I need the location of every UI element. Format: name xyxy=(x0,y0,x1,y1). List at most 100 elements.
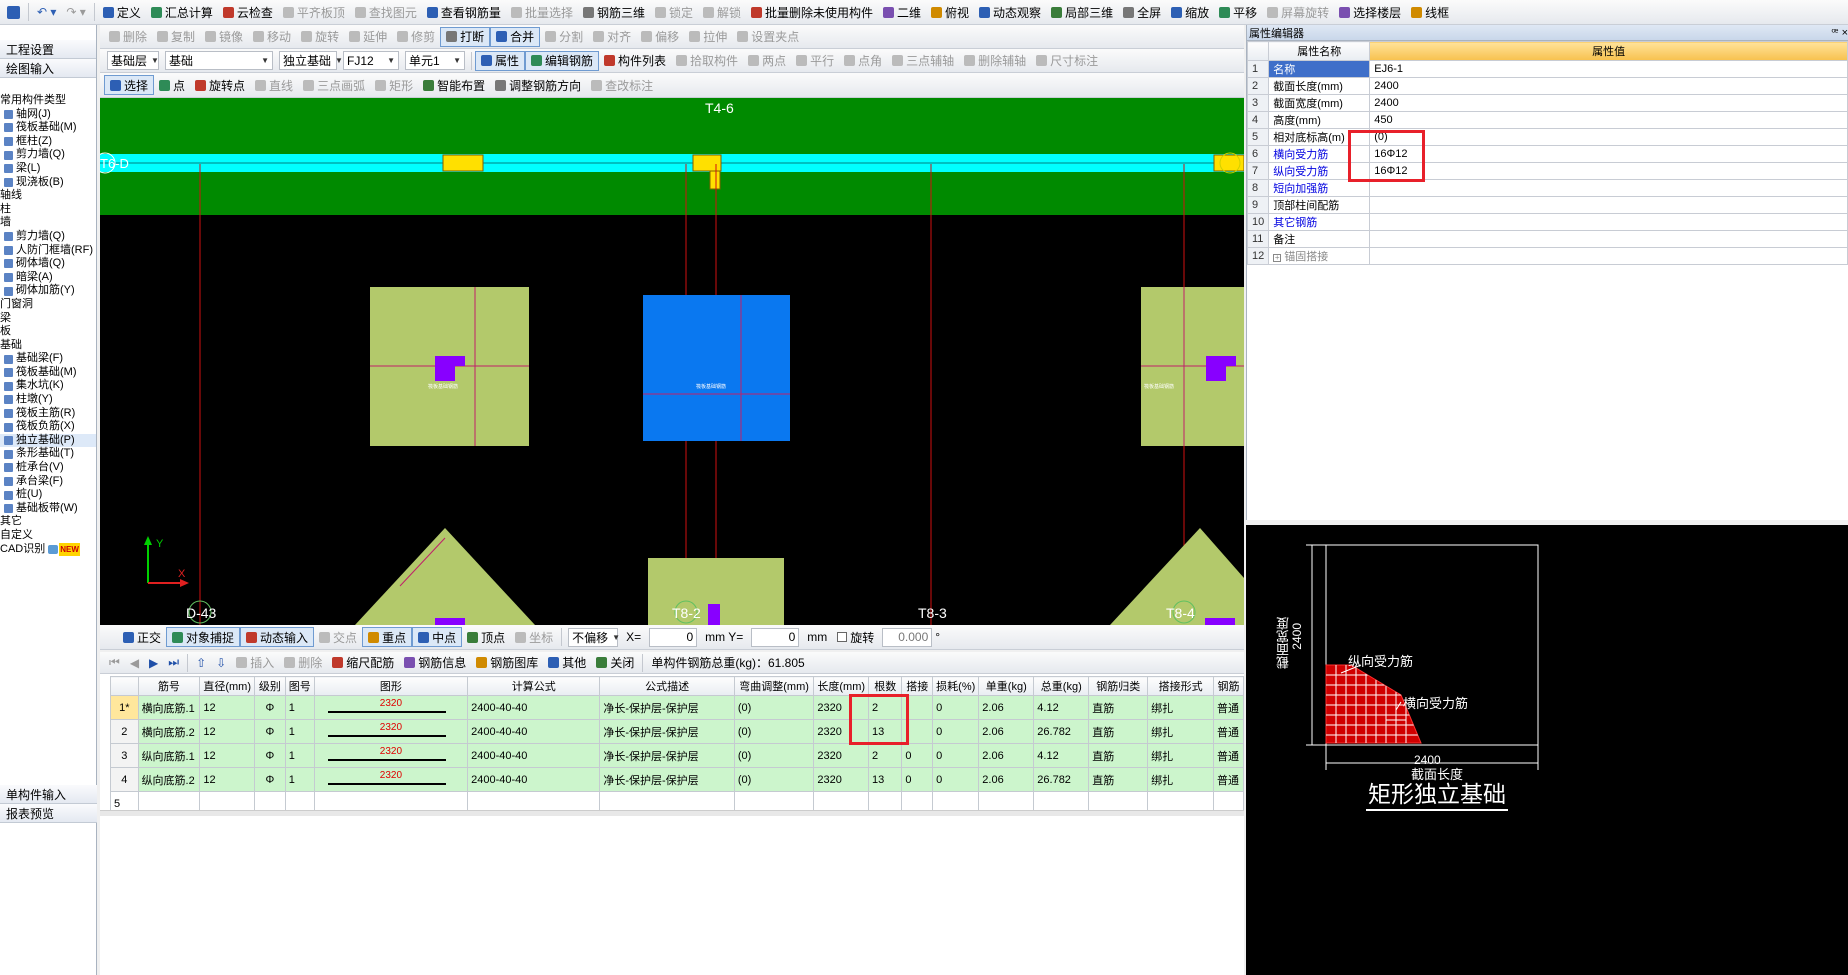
grid-button-3[interactable]: 钢筋信息 xyxy=(399,653,471,673)
cell-desc[interactable]: 净长-保护层-保护层 xyxy=(599,743,735,768)
horizontal-scrollbar[interactable] xyxy=(100,810,1244,816)
tree-item-12[interactable]: 砌体墙(Q) xyxy=(0,257,96,271)
edit-button-3[interactable]: 移动 xyxy=(248,27,296,47)
grid-button-0[interactable]: 插入 xyxy=(231,653,279,673)
first-record-icon[interactable]: ⏮ xyxy=(104,653,125,673)
draw-button-2[interactable]: 旋转点 xyxy=(190,75,250,95)
save-icon[interactable] xyxy=(2,2,25,22)
prop-row[interactable]: 4 高度(mm) 450 xyxy=(1246,111,1848,129)
table-row[interactable]: 4 纵向底筋.2 12 Φ 1 2320 2400-40-40 净长-保护层-保护层 (0) 23… xyxy=(110,767,1244,792)
edit-button-2[interactable]: 镜像 xyxy=(200,27,248,47)
tree-item-14[interactable]: 砌体加筋(Y) xyxy=(0,284,96,298)
y-input[interactable]: 0 xyxy=(751,627,800,647)
tree-item-13[interactable]: 暗梁(A) xyxy=(0,271,96,285)
grid-header[interactable]: 钢筋 xyxy=(1213,676,1244,696)
prop-value-cell[interactable]: 2400 xyxy=(1369,94,1848,112)
main-button-14[interactable]: 局部三维 xyxy=(1046,2,1118,22)
cell-unit_w[interactable]: 2.06 xyxy=(978,719,1035,744)
main-button-0[interactable]: 定义 xyxy=(98,2,146,22)
main-button-5[interactable]: 查看钢筋量 xyxy=(422,2,506,22)
left-button-0[interactable]: 工程设置 xyxy=(0,40,96,59)
cell-shape[interactable]: 2320 xyxy=(313,743,469,768)
prop-value-cell[interactable] xyxy=(1369,213,1848,231)
unit-select[interactable]: 单元1 ▼ xyxy=(405,51,465,70)
tree-item-22[interactable]: 柱墩(Y) xyxy=(0,393,96,407)
grid-header[interactable]: 单重(kg) xyxy=(978,676,1035,696)
cell-loss[interactable]: 0 xyxy=(932,767,980,792)
cell-cat[interactable]: 直筋 xyxy=(1088,743,1149,768)
cell-count[interactable]: 13 xyxy=(868,767,903,792)
draw-button-4[interactable]: 三点画弧 xyxy=(298,75,370,95)
prop-row[interactable]: 6 横向受力筋 16Φ12 xyxy=(1246,145,1848,163)
edit-button-13[interactable]: 设置夹点 xyxy=(732,27,804,47)
member-button-1[interactable]: 编辑钢筋 xyxy=(525,50,600,71)
cell-fig[interactable]: 1 xyxy=(284,695,315,720)
cell-fig[interactable]: 1 xyxy=(284,719,315,744)
cell-shape[interactable]: 2320 xyxy=(313,767,469,792)
snap-button-0[interactable]: 正交 xyxy=(118,627,166,647)
tree-category-9[interactable]: 墙 xyxy=(0,216,96,230)
prop-value-cell[interactable] xyxy=(1369,196,1848,214)
tree-item-26[interactable]: 条形基础(T) xyxy=(0,447,96,461)
edit-button-6[interactable]: 修剪 xyxy=(392,27,440,47)
tree-category-7[interactable]: 轴线 xyxy=(0,189,96,203)
tree-item-30[interactable]: 基础板带(W) xyxy=(0,502,96,516)
cell-len[interactable]: 2320 xyxy=(813,743,870,768)
tree-item-20[interactable]: 筏板基础(M) xyxy=(0,366,96,380)
cell-total_w[interactable]: 4.12 xyxy=(1033,743,1090,768)
main-button-9[interactable]: 解锁 xyxy=(698,2,746,22)
property-pin-close-icon[interactable]: ꟹ × xyxy=(1831,26,1848,39)
cell-total_w[interactable]: 26.782 xyxy=(1033,719,1090,744)
layer-select[interactable]: 基础层 ▼ xyxy=(107,51,159,70)
cell-desc[interactable]: 净长-保护层-保护层 xyxy=(599,695,735,720)
snap-button-1[interactable]: 对象捕捉 xyxy=(166,627,241,647)
cell-formula[interactable]: 2400-40-40 xyxy=(467,719,601,744)
left-bottom-button-1[interactable]: 报表预览 xyxy=(0,804,97,823)
tree-item-2[interactable]: 筏板基础(M) xyxy=(0,121,96,135)
tree-item-3[interactable]: 框柱(Z) xyxy=(0,135,96,149)
main-button-20[interactable]: 线框 xyxy=(1406,2,1454,22)
x-input[interactable]: 0 xyxy=(649,627,698,647)
main-button-12[interactable]: 俯视 xyxy=(926,2,974,22)
snap-button-3[interactable]: 交点 xyxy=(314,627,362,647)
tree-item-1[interactable]: 轴网(J) xyxy=(0,108,96,122)
cell-bend[interactable]: (0) xyxy=(733,695,815,720)
cell-unit_w[interactable]: 2.06 xyxy=(978,743,1035,768)
edit-button-4[interactable]: 旋转 xyxy=(296,27,344,47)
grid-header[interactable]: 弯曲调整(mm) xyxy=(733,676,815,696)
tree-item-6[interactable]: 现浇板(B) xyxy=(0,176,96,190)
main-button-18[interactable]: 屏幕旋转 xyxy=(1262,2,1334,22)
tree-category-0[interactable]: 常用构件类型 xyxy=(0,94,96,108)
rotate-input[interactable]: 0.000 xyxy=(882,627,933,647)
cell-lap[interactable]: 0 xyxy=(901,767,934,792)
prop-value-cell[interactable]: 2400 xyxy=(1369,77,1848,95)
cell-dia[interactable]: 12 xyxy=(199,719,255,744)
prop-value-cell[interactable]: 450 xyxy=(1369,111,1848,129)
cell-cat[interactable]: 直筋 xyxy=(1088,767,1149,792)
cell-type[interactable]: 普通 xyxy=(1213,743,1244,768)
tree-category-31[interactable]: 其它 xyxy=(0,515,96,529)
snap-button-6[interactable]: 顶点 xyxy=(462,627,510,647)
draw-button-6[interactable]: 智能布置 xyxy=(418,75,490,95)
cell-grade[interactable]: Φ xyxy=(253,743,286,768)
member-select[interactable]: FJ12 ▼ xyxy=(343,51,399,70)
cell-formula[interactable]: 2400-40-40 xyxy=(467,767,601,792)
main-button-8[interactable]: 锁定 xyxy=(650,2,698,22)
edit-button-0[interactable]: 删除 xyxy=(104,27,152,47)
edit-button-10[interactable]: 对齐 xyxy=(588,27,636,47)
cell-grade[interactable]: Φ xyxy=(253,767,286,792)
prop-value-cell[interactable]: EJ6-1 xyxy=(1369,60,1848,78)
move-up-icon[interactable]: ⇧ xyxy=(191,653,211,673)
cell-fig[interactable]: 1 xyxy=(284,767,315,792)
tree-item-28[interactable]: 承台梁(F) xyxy=(0,475,96,489)
prop-value-cell[interactable] xyxy=(1369,179,1848,197)
member-button-7[interactable]: 三点辅轴 xyxy=(887,51,959,71)
cell-bend[interactable]: (0) xyxy=(733,743,815,768)
edit-button-12[interactable]: 拉伸 xyxy=(684,27,732,47)
cell-bend[interactable]: (0) xyxy=(733,719,815,744)
cell-desc[interactable]: 净长-保护层-保护层 xyxy=(599,719,735,744)
main-button-7[interactable]: 钢筋三维 xyxy=(578,2,650,22)
edit-button-9[interactable]: 分割 xyxy=(540,27,588,47)
grid-header[interactable]: 筋号 xyxy=(137,676,201,696)
main-button-10[interactable]: 批量删除未使用构件 xyxy=(746,2,878,22)
